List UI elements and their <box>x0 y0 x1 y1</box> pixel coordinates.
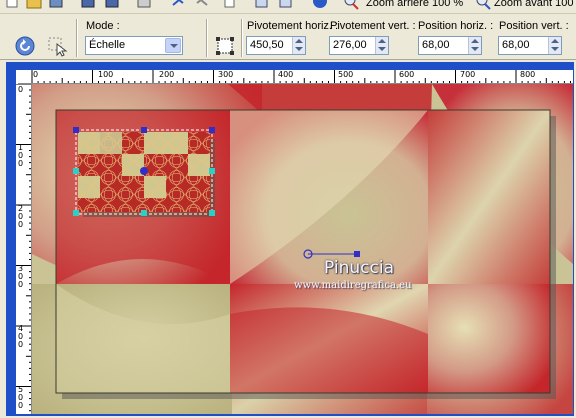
vertical-ruler-ticks <box>16 84 31 412</box>
pivot-h-label: Pivotement horiz. : <box>247 20 339 32</box>
pivot-v-spinner[interactable] <box>375 37 388 54</box>
ruler-top-label: 300 <box>218 70 234 79</box>
redo-arrow-icon[interactable] <box>194 0 210 11</box>
pivot-v-label: Pivotement vert. : <box>330 20 416 32</box>
save-as-icon[interactable] <box>104 0 120 11</box>
ruler-top-label: 0 <box>33 70 39 79</box>
pivot-h-value: 450,50 <box>250 39 284 51</box>
pivot-v-field[interactable]: 276,00 <box>329 36 389 55</box>
ruler-left-label: 300 <box>18 264 24 289</box>
pos-h-label: Position horiz. : <box>418 20 494 32</box>
save-icon[interactable] <box>80 0 96 11</box>
paint-shop-pro-window: Zoom arrière 100 % Zoom avant 100 Mode :… <box>0 0 576 418</box>
ruler-top-label: 600 <box>399 70 415 79</box>
ruler-left-label: 400 <box>18 324 24 349</box>
paste-layer-icon[interactable] <box>278 0 294 11</box>
pos-h-value: 68,00 <box>422 39 450 51</box>
print-icon[interactable] <box>136 0 152 11</box>
artwork <box>32 84 573 414</box>
ruler-top-label: 200 <box>159 70 175 79</box>
handle-middle-left[interactable] <box>73 168 79 174</box>
reset-undo-icon[interactable] <box>14 35 36 57</box>
vertical-ruler: 0 100 200 300 400 500 <box>16 84 32 414</box>
handle-bottom-right[interactable] <box>209 210 215 216</box>
zoom-in-label[interactable]: Zoom avant 100 <box>494 0 574 9</box>
ruler-top-label: 800 <box>520 70 536 79</box>
zoom-out-icon[interactable] <box>344 0 360 11</box>
browse-icon[interactable] <box>48 0 64 11</box>
pos-v-label: Position vert. : <box>499 20 569 32</box>
pivot-h-spinner[interactable] <box>292 37 305 54</box>
ruler-left-label: 0 <box>18 85 24 94</box>
paste-icon[interactable] <box>254 0 270 11</box>
center-handle[interactable] <box>140 167 148 175</box>
deform-grid-icon[interactable] <box>214 35 236 57</box>
toolbar-separator <box>206 19 208 57</box>
select-tool-icon[interactable] <box>46 35 68 57</box>
mode-value: Échelle <box>89 39 126 51</box>
pos-h-spinner[interactable] <box>468 37 481 54</box>
handle-top-middle[interactable] <box>141 127 147 133</box>
handle-bottom-left[interactable] <box>73 210 79 216</box>
selected-layer-tile[interactable] <box>78 132 215 217</box>
chevron-down-icon[interactable] <box>165 38 181 53</box>
ruler-top-label: 100 <box>98 70 114 79</box>
handle-middle-right[interactable] <box>209 168 215 174</box>
zoom-out-label[interactable]: Zoom arrière 100 % <box>366 0 463 9</box>
ruler-left-label: 500 <box>18 385 24 410</box>
ruler-top-label: 700 <box>460 70 476 79</box>
pos-v-spinner[interactable] <box>548 37 561 54</box>
pos-v-value: 68,00 <box>502 39 530 51</box>
handle-top-right[interactable] <box>209 127 215 133</box>
pivot-v-value: 276,00 <box>333 39 367 51</box>
image-document-window: 0 100 200 300 400 500 600 700 800 0 100 … <box>6 62 574 416</box>
ruler-top-label: 500 <box>338 70 354 79</box>
pos-h-field[interactable]: 68,00 <box>418 36 482 55</box>
zoom-in-icon[interactable] <box>476 0 492 11</box>
undo-arrow-icon[interactable] <box>170 0 186 11</box>
image-canvas[interactable]: Pinuccia www.maidiregrafica.eu <box>32 84 573 414</box>
ruler-top-label: 400 <box>278 70 294 79</box>
handle-bottom-middle[interactable] <box>141 210 147 216</box>
main-toolbar-strip: Zoom arrière 100 % Zoom avant 100 <box>0 0 576 14</box>
horizontal-ruler: 0 100 200 300 400 500 600 700 800 <box>18 70 573 84</box>
toolbar-separator <box>76 19 78 57</box>
info-icon[interactable] <box>312 0 328 11</box>
watermark-url: www.maidiregrafica.eu <box>294 280 412 291</box>
watermark-name: Pinuccia <box>324 258 394 278</box>
toolbar-separator <box>241 19 243 57</box>
tool-options-bar: Mode : Échelle Pivotement horiz. : 450,5… <box>0 15 576 60</box>
new-file-icon[interactable] <box>4 0 20 11</box>
pivot-h-field[interactable]: 450,50 <box>246 36 306 55</box>
pos-v-field[interactable]: 68,00 <box>498 36 562 55</box>
ruler-left-label: 100 <box>18 143 24 168</box>
ruler-left-label: 200 <box>18 204 24 229</box>
mode-label: Mode : <box>86 20 120 32</box>
copy-icon[interactable] <box>222 0 238 11</box>
mode-select[interactable]: Échelle <box>85 36 183 55</box>
open-file-icon[interactable] <box>26 0 42 11</box>
handle-top-left[interactable] <box>73 127 79 133</box>
